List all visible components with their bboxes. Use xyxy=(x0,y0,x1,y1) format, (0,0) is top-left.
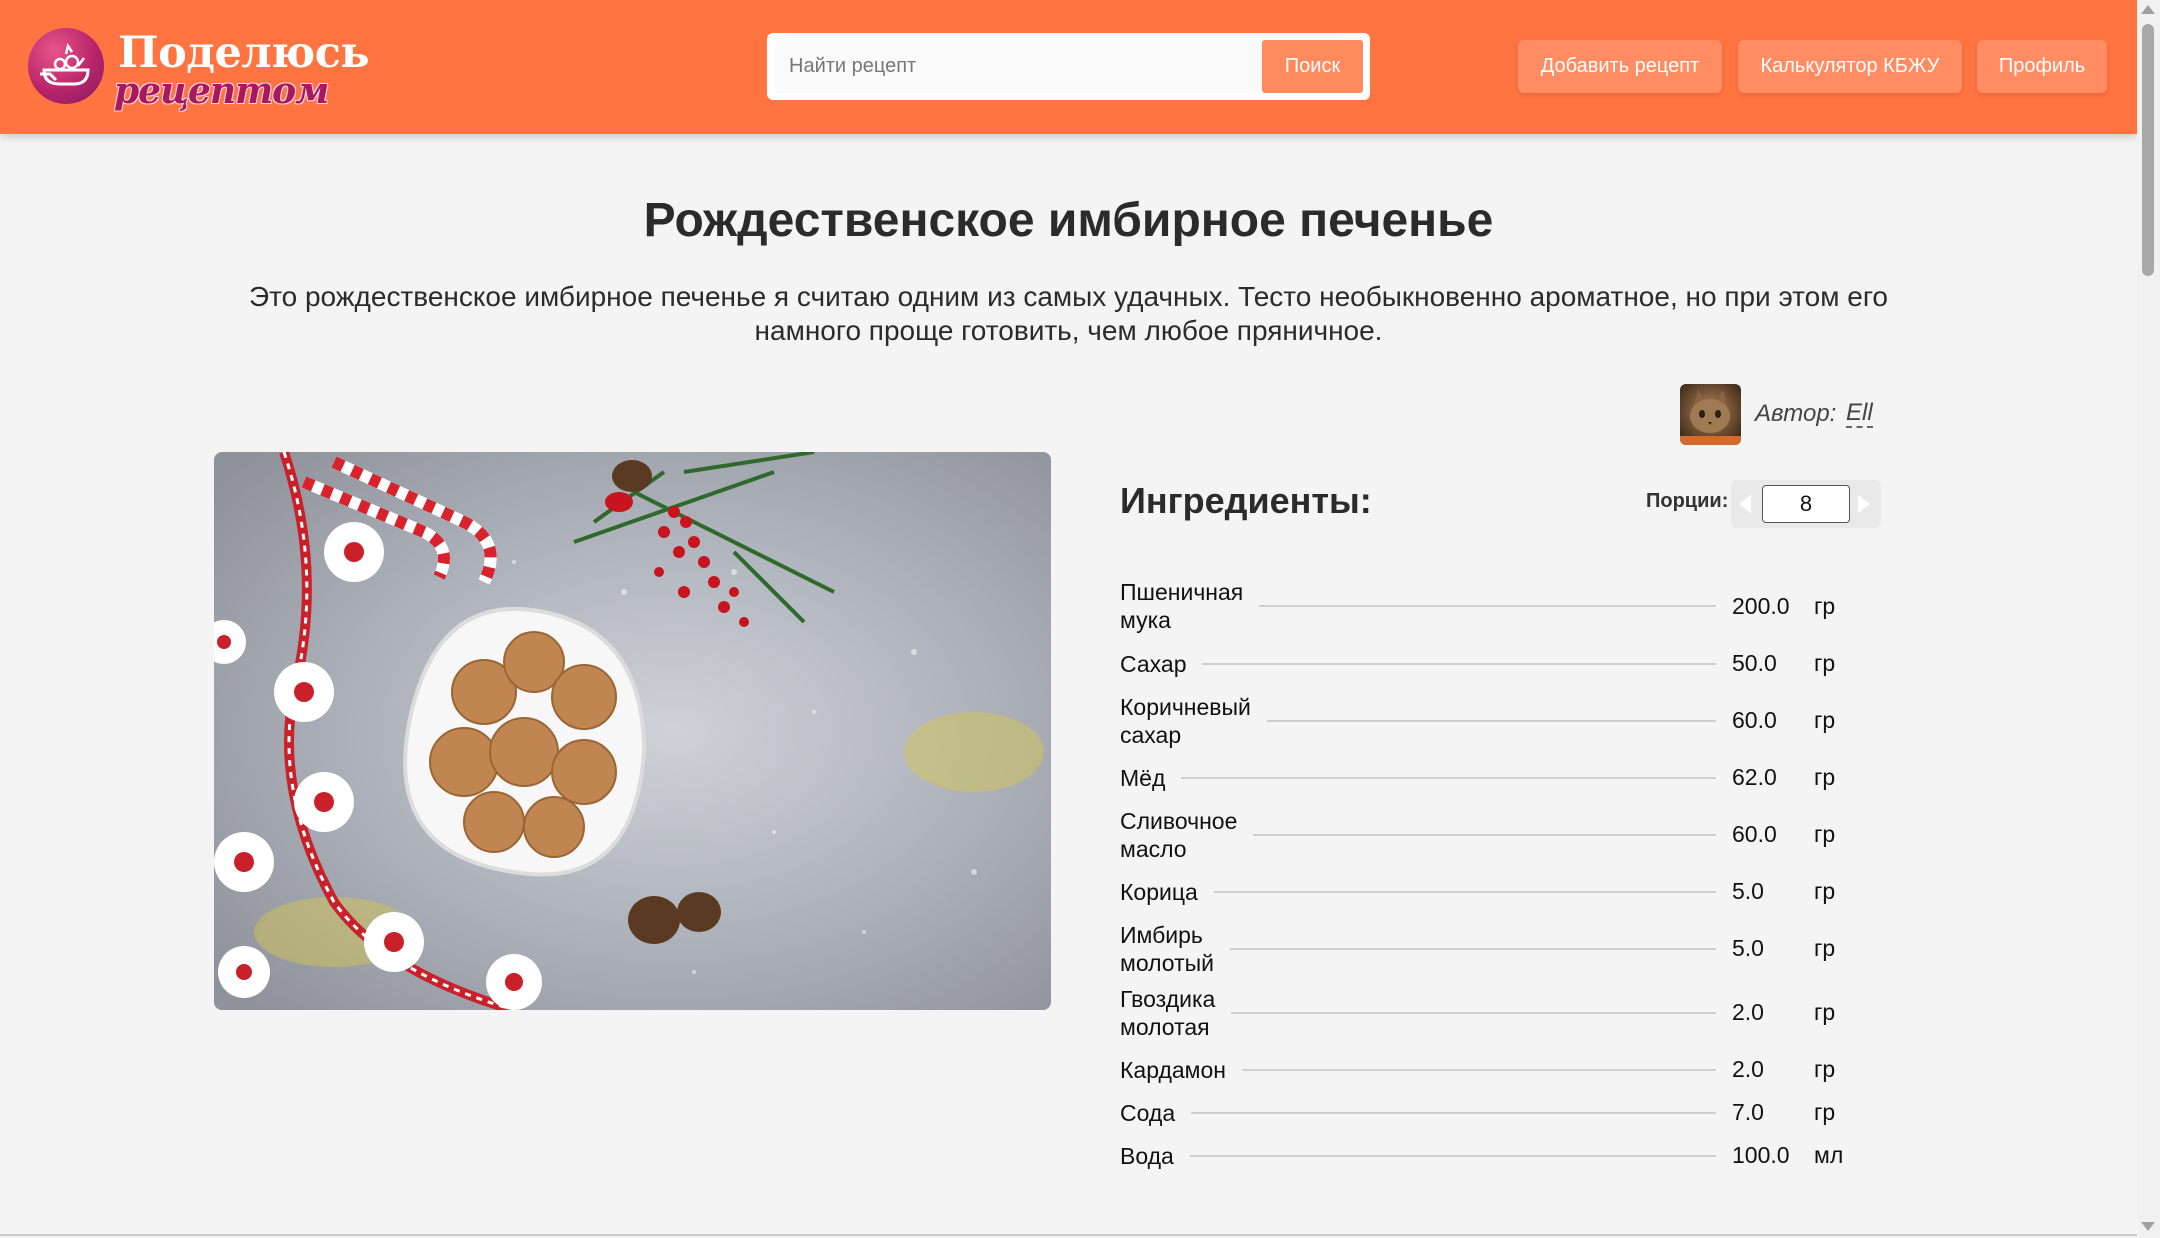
ingredient-leader-line xyxy=(1181,776,1716,779)
ingredient-amount: 2.0 xyxy=(1732,1056,1764,1082)
calculator-button[interactable]: Калькулятор КБЖУ xyxy=(1738,40,1962,93)
ingredient-amount: 200.0 xyxy=(1732,592,1790,619)
search-bar: Поиск xyxy=(767,33,1370,100)
ingredient-unit: гр xyxy=(1814,1056,1836,1082)
ingredient-row: Сода 7.0 гр xyxy=(1120,1091,1860,1134)
ingredient-row: Имбирь молотый 5.0 гр xyxy=(1120,920,1860,977)
ingredient-name: Сахар xyxy=(1120,650,1187,677)
ingredient-leader-line xyxy=(1229,947,1716,950)
scroll-thumb[interactable] xyxy=(2142,24,2154,276)
ingredient-amount: 100.0 xyxy=(1732,1142,1790,1168)
page-scrollbar[interactable] xyxy=(2137,0,2160,1238)
ingredient-unit: гр xyxy=(1814,935,1836,961)
ingredient-name: Мёд xyxy=(1120,764,1166,791)
ingredient-name: Сода xyxy=(1120,1099,1176,1126)
ingredient-name: Пшеничная мука xyxy=(1120,579,1244,633)
scroll-down-icon[interactable] xyxy=(2141,1222,2155,1231)
author-label: Автор: xyxy=(1755,400,1837,427)
ingredient-row: Гвоздика молотая 2.0 гр xyxy=(1120,977,1860,1048)
ingredient-unit: гр xyxy=(1814,878,1836,904)
ingredients-list: Пшеничная мука 200.0 гр Сахар 50.0 гр Кор… xyxy=(1120,577,1880,1177)
portions-label: Порции: xyxy=(1646,490,1729,512)
ingredient-row: Вода 100.0 мл xyxy=(1120,1134,1860,1177)
ingredient-leader-line xyxy=(1266,719,1716,722)
page-bottom-divider xyxy=(0,1234,2137,1236)
ingredient-amount: 2.0 xyxy=(1732,999,1764,1025)
portions-input[interactable] xyxy=(1762,485,1850,523)
add-recipe-button[interactable]: Добавить рецепт xyxy=(1518,40,1722,93)
search-button[interactable]: Поиск xyxy=(1262,40,1363,93)
ingredient-name: Корица xyxy=(1120,878,1198,905)
ingredient-leader-line xyxy=(1231,1011,1716,1014)
decrease-portions-icon[interactable] xyxy=(1739,495,1751,513)
ingredient-row: Сахар 50.0 гр xyxy=(1120,635,1860,692)
site-header: Поделюсь рецептом Поиск Добавить рецепт … xyxy=(0,0,2137,134)
scroll-up-icon[interactable] xyxy=(2141,5,2155,14)
ingredient-name: Вода xyxy=(1120,1142,1174,1169)
ingredient-amount: 7.0 xyxy=(1732,1099,1764,1125)
ingredient-amount: 5.0 xyxy=(1732,935,1764,961)
ingredient-name: Кардамон xyxy=(1120,1056,1226,1083)
ingredient-leader-line xyxy=(1189,1154,1716,1157)
ingredient-unit: гр xyxy=(1814,1099,1836,1125)
ingredient-name: Сливочное масло xyxy=(1120,807,1238,862)
ingredients-title: Ингредиенты: xyxy=(1120,480,1372,521)
ingredient-row: Коричневый сахар 60.0 гр xyxy=(1120,692,1860,749)
ingredient-row: Мёд 62.0 гр xyxy=(1120,749,1860,806)
ingredient-unit: мл xyxy=(1814,1142,1844,1168)
author-link[interactable]: Ell xyxy=(1846,400,1873,428)
profile-button[interactable]: Профиль xyxy=(1977,40,2107,93)
ingredient-unit: гр xyxy=(1814,821,1836,847)
search-input[interactable] xyxy=(775,40,1261,93)
ingredient-unit: гр xyxy=(1814,707,1836,733)
author-avatar[interactable] xyxy=(1680,384,1741,445)
logo-text-bottom: рецептом xyxy=(114,70,329,112)
ingredient-leader-line xyxy=(1259,605,1716,607)
ingredient-unit: гр xyxy=(1814,592,1836,619)
ingredient-leader-line xyxy=(1202,662,1716,665)
ingredient-name: Имбирь молотый xyxy=(1120,921,1214,976)
recipe-description: Это рождественское имбирное печенье я сч… xyxy=(248,281,1888,346)
ingredient-amount: 5.0 xyxy=(1732,878,1764,904)
ingredient-row: Кардамон 2.0 гр xyxy=(1120,1048,1860,1091)
site-logo[interactable]: Поделюсь рецептом xyxy=(28,26,370,112)
ingredient-amount: 60.0 xyxy=(1732,707,1777,733)
ingredient-unit: гр xyxy=(1814,999,1836,1025)
logo-emblem-icon xyxy=(28,28,104,104)
recipe-photo xyxy=(214,452,1051,1010)
recipe-title: Рождественское имбирное печенье xyxy=(643,194,1494,247)
portions-stepper xyxy=(1731,480,1881,528)
ingredient-row: Пшеничная мука 200.0 гр xyxy=(1120,577,1860,635)
ingredient-leader-line xyxy=(1213,890,1716,893)
ingredient-amount: 50.0 xyxy=(1732,650,1777,676)
ingredient-leader-line xyxy=(1191,1111,1716,1114)
ingredient-amount: 60.0 xyxy=(1732,821,1777,847)
ingredient-unit: гр xyxy=(1814,650,1836,676)
ingredient-name: Гвоздика молотая xyxy=(1120,985,1216,1040)
ingredient-amount: 62.0 xyxy=(1732,764,1777,790)
ingredient-leader-line xyxy=(1253,833,1716,836)
ingredient-leader-line xyxy=(1241,1068,1716,1071)
ingredient-row: Корица 5.0 гр xyxy=(1120,863,1860,920)
increase-portions-icon[interactable] xyxy=(1858,495,1870,513)
ingredient-row: Сливочное масло 60.0 гр xyxy=(1120,806,1860,863)
ingredient-name: Коричневый сахар xyxy=(1120,693,1251,748)
ingredient-unit: гр xyxy=(1814,764,1836,790)
